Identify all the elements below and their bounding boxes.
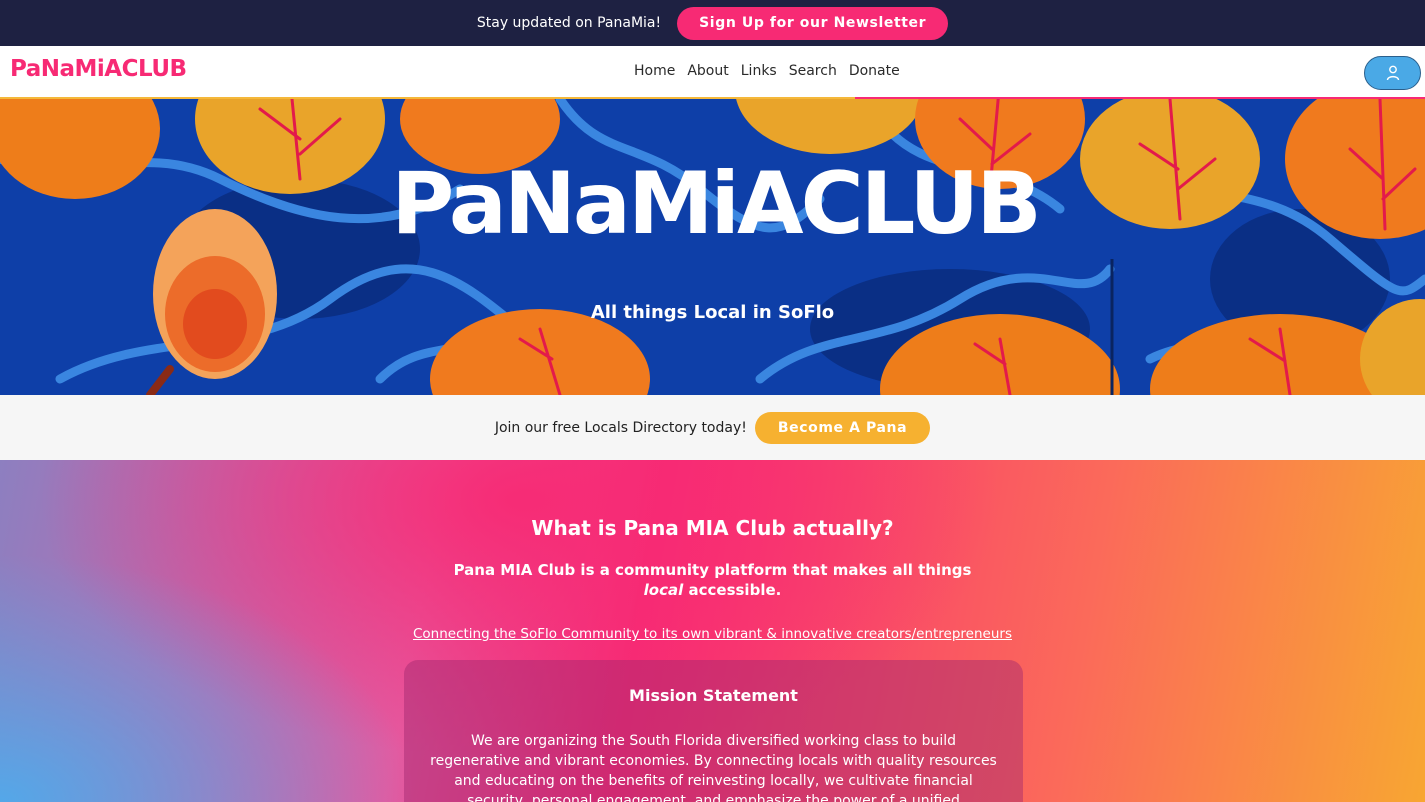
site-logo[interactable]: PaNaMiACLUB — [10, 56, 187, 82]
join-directory-text: Join our free Locals Directory today! — [494, 419, 747, 436]
mission-title: Mission Statement — [629, 686, 798, 705]
announcement-text: Stay updated on PanaMia! — [476, 15, 662, 31]
become-pana-button[interactable]: Become A Pana — [754, 411, 931, 444]
mission-card: Mission Statement We are organizing the … — [404, 660, 1023, 802]
about-desc-emphasis: local — [643, 581, 684, 599]
hero-logo: PaNaMiACLUB — [391, 154, 1042, 254]
about-section: What is Pana MIA Club actually? Pana MIA… — [0, 460, 1425, 802]
navbar: PaNaMiACLUB Home About Links Search Dona… — [0, 46, 1425, 99]
nav-home-link[interactable]: Home — [634, 63, 675, 79]
profile-button[interactable] — [1364, 56, 1421, 90]
join-directory-strip: Join our free Locals Directory today! Be… — [0, 395, 1425, 460]
nav-search-link[interactable]: Search — [789, 63, 837, 79]
nav-about-link[interactable]: About — [687, 63, 728, 79]
newsletter-signup-button[interactable]: Sign Up for our Newsletter — [677, 6, 949, 40]
announcement-bar: Stay updated on PanaMia! Sign Up for our… — [0, 0, 1425, 46]
community-link[interactable]: Connecting the SoFlo Community to its ow… — [0, 626, 1425, 642]
nav-links-link[interactable]: Links — [741, 63, 777, 79]
about-desc-text: Pana MIA Club is a community platform th… — [453, 561, 972, 579]
hero-tagline: All things Local in SoFlo — [590, 302, 835, 323]
user-icon — [1386, 65, 1399, 81]
main-nav: Home About Links Search Donate — [634, 63, 900, 79]
nav-donate-link[interactable]: Donate — [849, 63, 900, 79]
about-desc-text-end: accessible. — [688, 581, 782, 599]
mission-body: We are organizing the South Florida dive… — [430, 733, 997, 802]
about-description: Pana MIA Club is a community platform th… — [440, 560, 985, 600]
about-title: What is Pana MIA Club actually? — [531, 516, 894, 540]
hero-banner: PaNaMiACLUB All things Local in SoFlo — [0, 99, 1425, 395]
